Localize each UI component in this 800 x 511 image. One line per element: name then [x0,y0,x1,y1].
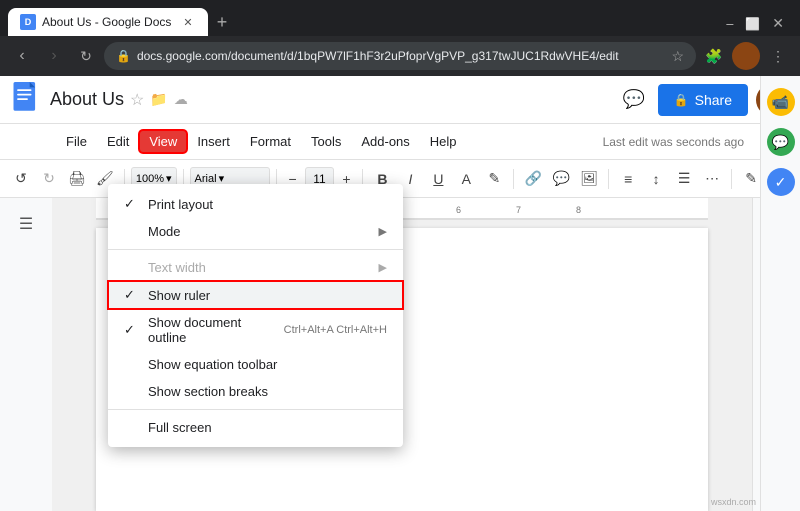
menu-insert[interactable]: Insert [187,128,240,155]
share-icon: 🔒 [674,93,689,107]
print-layout-check-icon: ✓ [124,196,140,212]
new-tab-button[interactable]: + [208,8,236,36]
more-toolbar-button[interactable]: ⋯ [699,166,725,192]
minimize-icon[interactable]: ⎯ [726,15,733,32]
print-layout-label: Print layout [148,197,387,212]
menu-file[interactable]: File [56,128,97,155]
print-button[interactable]: 🖨 [64,166,90,192]
lock-icon: 🔒 [116,49,131,63]
align-button[interactable]: ≡ [615,166,641,192]
add-to-drive-icon[interactable]: 📁 [150,91,167,108]
browser-tab[interactable]: D About Us - Google Docs ✕ [8,8,208,36]
menu-dots-icon[interactable]: ⋮ [764,42,792,70]
workspace-tasks-icon[interactable]: ✓ [767,168,795,196]
menu-show-equation-toolbar[interactable]: Show equation toolbar [108,351,403,378]
cloud-sync-icon[interactable]: ☁ [174,91,188,108]
mode-label: Mode [148,224,371,239]
font-color-button[interactable]: A [453,166,479,192]
docs-header: About Us ☆ 📁 ☁ 💬 🔒 Share [0,76,800,124]
watermark: wsxdn.com [711,497,756,507]
menu-full-screen[interactable]: Full screen [108,414,403,441]
menu-divider-1 [108,249,403,250]
line-spacing-button[interactable]: ↕ [643,166,669,192]
tab-close-icon[interactable]: ✕ [180,14,196,30]
view-dropdown-menu: ✓ Print layout Mode ▶ Text width ▶ ✓ Sho… [108,184,403,447]
menu-format[interactable]: Format [240,128,301,155]
show-doc-outline-label: Show document outline [148,315,276,345]
menu-edit[interactable]: Edit [97,128,139,155]
show-section-breaks-label: Show section breaks [148,384,387,399]
toolbar-divider-7 [731,169,732,189]
comment-button[interactable]: 💬 [618,84,650,116]
text-width-label: Text width [148,260,371,275]
menu-print-layout[interactable]: ✓ Print layout [108,190,403,218]
workspace-meet-icon[interactable]: 📹 [767,88,795,116]
menu-divider-2 [108,409,403,410]
show-ruler-check-icon: ✓ [124,287,140,303]
show-ruler-label: Show ruler [148,288,387,303]
menu-show-section-breaks[interactable]: Show section breaks [108,378,403,405]
menu-view[interactable]: View [139,130,187,153]
show-eq-toolbar-label: Show equation toolbar [148,357,387,372]
menu-tools[interactable]: Tools [301,128,351,155]
menu-help[interactable]: Help [420,128,467,155]
docs-logo [12,82,42,118]
docs-menubar: File Edit View Insert Format Tools Add-o… [0,124,800,160]
share-button[interactable]: 🔒 Share [658,84,748,116]
docs-title-area: About Us ☆ 📁 ☁ [50,89,610,110]
show-doc-outline-shortcut: Ctrl+Alt+A Ctrl+Alt+H [284,324,387,336]
text-width-arrow-icon: ▶ [379,261,387,274]
chrome-toolbar: ‹ › ↻ 🔒 docs.google.com/document/d/1bqPW… [0,36,800,76]
refresh-button[interactable]: ↻ [72,42,100,70]
tab-favicon: D [20,14,36,30]
menu-view-label: View [149,134,177,149]
image-button[interactable]: 🖼 [576,166,602,192]
workspace-chat-icon[interactable]: 💬 [767,128,795,156]
highlight-button[interactable]: ✎ [481,166,507,192]
mode-arrow-icon: ▶ [379,225,387,238]
tab-title: About Us - Google Docs [42,15,174,29]
forward-button[interactable]: › [40,42,68,70]
star-icon[interactable]: ☆ [671,48,684,65]
extensions-icon[interactable]: 🧩 [700,42,728,70]
undo-button[interactable]: ↺ [8,166,34,192]
star-doc-icon[interactable]: ☆ [130,90,144,110]
menu-mode[interactable]: Mode ▶ [108,218,403,245]
full-screen-label: Full screen [148,420,387,435]
link-button[interactable]: 🔗 [520,166,546,192]
close-window-icon[interactable]: ✕ [772,15,784,32]
toolbar-divider-5 [513,169,514,189]
back-button[interactable]: ‹ [8,42,36,70]
show-doc-outline-check-icon: ✓ [124,322,140,338]
menu-addons[interactable]: Add-ons [351,128,419,155]
menu-show-ruler[interactable]: ✓ Show ruler [108,281,403,309]
share-label: Share [695,92,732,108]
toolbar-divider-6 [608,169,609,189]
docs-left-sidebar: ☰ [0,198,52,511]
menu-text-width[interactable]: Text width ▶ [108,254,403,281]
doc-filename[interactable]: About Us [50,89,124,110]
checklist-button[interactable]: ☰ [671,166,697,192]
outline-sidebar-icon[interactable]: ☰ [12,210,40,238]
comment-toolbar-button[interactable]: 💬 [548,166,574,192]
underline-button[interactable]: U [425,166,451,192]
url-text: docs.google.com/document/d/1bqPW7lF1hF3r… [137,49,619,63]
address-bar[interactable]: 🔒 docs.google.com/document/d/1bqPW7lF1hF… [104,42,696,70]
profile-icon[interactable] [732,42,760,70]
menu-show-document-outline[interactable]: ✓ Show document outline Ctrl+Alt+A Ctrl+… [108,309,403,351]
restore-icon[interactable]: ⬜ [745,17,760,31]
docs-app: About Us ☆ 📁 ☁ 💬 🔒 Share File Edit View … [0,76,800,511]
workspace-sidebar: 📹 💬 ✓ [760,76,800,511]
redo-button[interactable]: ↻ [36,166,62,192]
last-edit-text: Last edit was seconds ago [603,135,744,149]
